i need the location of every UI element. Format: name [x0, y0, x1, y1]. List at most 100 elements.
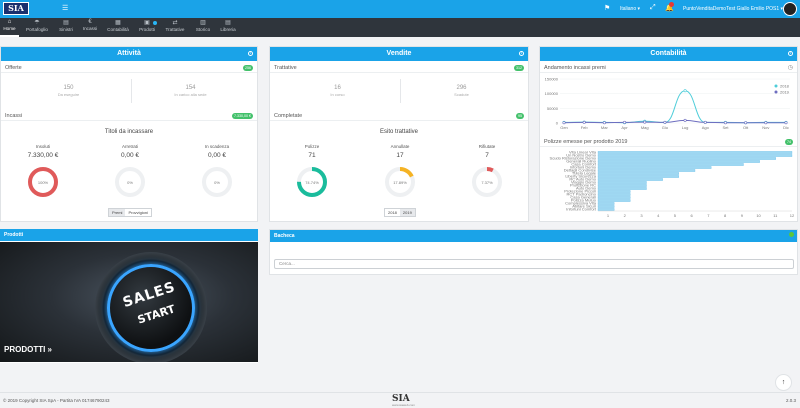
bar[interactable] [597, 184, 647, 187]
nav-trattative[interactable]: ⇄ Trattative [163, 18, 187, 37]
bar[interactable] [597, 187, 647, 190]
bacheca-title: Bacheca [270, 230, 797, 242]
data-point[interactable] [683, 118, 687, 122]
arretrati-label: Arretrati [121, 144, 138, 149]
data-point[interactable] [602, 121, 606, 125]
x-tick-label: Giu [662, 125, 668, 130]
prodotti-banner[interactable]: SALES START PRODOTTI » [0, 242, 258, 362]
offerte-da-eseguire[interactable]: 150 Da eseguire [21, 85, 116, 97]
x-tick-label: Ott [743, 125, 749, 130]
arretrati-pct: 0% [127, 180, 133, 185]
nav-sinistri[interactable]: ▤ Sinistri [56, 18, 76, 37]
x-tick-label: Mar [601, 125, 609, 130]
bar[interactable] [597, 163, 744, 166]
polizze-label: Polizze [304, 144, 320, 149]
data-point[interactable] [623, 120, 627, 124]
x-tick-label: 6 [691, 213, 694, 218]
data-point[interactable] [643, 120, 647, 124]
sia-logo[interactable]: SIA [3, 2, 29, 15]
trattative-scadute[interactable]: 296 Scadute [414, 85, 509, 97]
premi-button[interactable]: Premi [109, 209, 126, 216]
arretrati-ring: 0% [115, 167, 145, 197]
bar[interactable] [597, 199, 631, 202]
y-tick-label: 50000 [547, 106, 559, 111]
year-2019-button[interactable]: 2019 [399, 209, 415, 216]
x-tick-label: Lug [682, 125, 689, 130]
info-icon[interactable]: i [788, 51, 793, 56]
bars-icon[interactable]: ☰ [62, 4, 68, 12]
bar[interactable] [597, 193, 631, 196]
provvigioni-button[interactable]: Provvigioni [125, 209, 152, 216]
nav-portafoglio[interactable]: ☂ Portafoglio [24, 18, 50, 37]
polizze-ring: 74.74% [297, 167, 327, 197]
vendite-panel: Vendite i Trattative 312 16 In corso 296… [269, 46, 529, 222]
data-point[interactable] [683, 89, 687, 93]
status-dot [789, 232, 794, 237]
flag-icon[interactable]: ⚑ [604, 4, 610, 12]
bar[interactable] [597, 160, 760, 163]
expand-icon[interactable]: ⤢ [650, 4, 656, 12]
nav-storico[interactable]: ▥ Storico [192, 18, 214, 37]
x-tick-label: Ago [702, 125, 710, 130]
trattative-badge: 312 [514, 65, 524, 71]
bar[interactable] [597, 157, 776, 160]
completate-header: Completate 95 [270, 111, 528, 121]
data-point[interactable] [723, 121, 727, 125]
data-point[interactable] [744, 121, 748, 125]
info-icon[interactable]: i [519, 51, 524, 56]
copyright: © 2019 Copyright SIA SpA - Partita IVA 0… [3, 398, 110, 403]
x-tick-label: 8 [724, 213, 727, 218]
handshake-icon: ⇄ [172, 20, 178, 26]
prodotti-link[interactable]: PRODOTTI » [4, 345, 52, 354]
x-tick-label: Dic [783, 125, 789, 130]
data-point[interactable] [764, 121, 768, 125]
bar[interactable] [597, 154, 793, 157]
book-icon: ▤ [225, 20, 231, 26]
polizze-emesse-header: Polizze emesse per prodotto 2019 74 [540, 137, 797, 147]
x-tick-label: 3 [640, 213, 643, 218]
offerte-in-carico[interactable]: 154 In carico alla sede [143, 85, 238, 97]
bar[interactable] [597, 190, 631, 193]
bar[interactable] [597, 178, 663, 181]
andamento-line-chart: 0 50000 100000 150000 Gen Feb Mar Apr Mag Giu Lug A… [545, 77, 790, 130]
year-2018-button[interactable]: 2018 [385, 209, 400, 216]
nav-incassi[interactable]: € Incassi [80, 18, 100, 37]
bar[interactable] [597, 166, 712, 169]
bar[interactable] [597, 205, 615, 208]
bar[interactable] [597, 169, 696, 172]
bar[interactable] [597, 151, 793, 154]
bar[interactable] [597, 202, 615, 205]
incassi-header: Incassi 7.330,00 € [1, 111, 257, 121]
language-selector[interactable]: Italiano ▾ [620, 6, 640, 12]
bacheca-search-input[interactable]: Cerca... [274, 259, 794, 269]
clock-icon[interactable]: ◷ [788, 63, 793, 73]
user-menu[interactable]: PuntoVenditaDemoTest Giallo Emilio POS1 … [683, 6, 783, 12]
nav-home[interactable]: ⌂ Home [0, 18, 19, 37]
bar-category-label: Infortuni Comfort [566, 206, 597, 211]
in-scadenza-ring: 0% [202, 167, 232, 197]
avatar[interactable] [783, 2, 797, 16]
home-icon: ⌂ [7, 19, 12, 25]
nav-contabilita[interactable]: ▦ Contabilità [104, 18, 132, 37]
bar[interactable] [597, 196, 631, 199]
x-tick-label: 12 [790, 213, 795, 218]
y-tick-label: 0 [556, 121, 559, 126]
scroll-top-button[interactable]: ↑ [775, 374, 792, 391]
insoluti-ring: 100% [28, 167, 58, 197]
data-point[interactable] [784, 121, 788, 125]
trattative-in-corso[interactable]: 16 In corso [290, 85, 385, 97]
annullate-label: Annullate [390, 144, 410, 149]
info-icon[interactable]: i [248, 51, 253, 56]
bar[interactable] [597, 175, 679, 178]
data-point[interactable] [582, 120, 586, 124]
nav-libreria[interactable]: ▤ Libreria [217, 18, 239, 37]
prodotti-title: Prodotti [0, 229, 258, 241]
bar[interactable] [597, 172, 679, 175]
bar[interactable] [597, 181, 647, 184]
y-tick-label: 150000 [545, 77, 559, 82]
series-line-2019 [563, 119, 786, 124]
data-point[interactable] [663, 120, 667, 124]
data-point[interactable] [703, 120, 707, 124]
bar[interactable] [597, 208, 615, 211]
data-point[interactable] [562, 121, 566, 125]
